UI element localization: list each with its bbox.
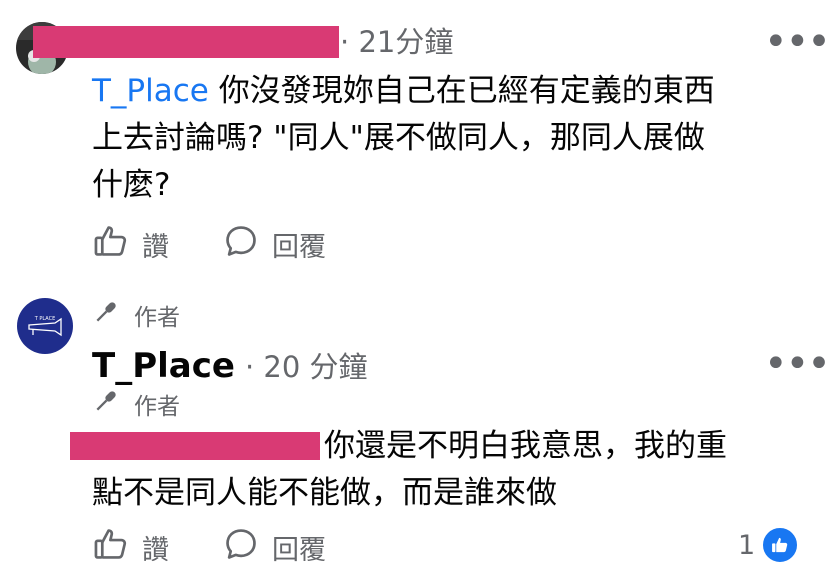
mention-link[interactable]: T_Place	[92, 73, 209, 109]
speech-bubble-icon	[222, 525, 260, 570]
reaction-summary[interactable]: 1	[738, 526, 800, 564]
thumbs-up-icon	[92, 222, 130, 267]
author-name-link[interactable]: T_Place	[92, 349, 235, 383]
microphone-icon	[92, 387, 120, 421]
page-avatar[interactable]: T PLACE	[17, 298, 73, 354]
thumbs-up-icon	[92, 525, 130, 570]
svg-text:T PLACE: T PLACE	[34, 316, 56, 322]
redacted-commenter-name	[33, 26, 339, 58]
more-options-icon[interactable]: •••	[764, 344, 828, 384]
like-reaction-icon	[761, 526, 800, 564]
reply-button[interactable]: 回覆	[222, 525, 326, 570]
like-button[interactable]: 讚	[92, 525, 169, 570]
comment-body: 你還是不明白我意思，我的重 點不是同人能不能做，而是誰來做	[92, 428, 727, 511]
comment-timestamp[interactable]: · 20 分鐘	[245, 353, 368, 382]
microphone-icon	[92, 298, 120, 332]
comment-timestamp[interactable]: · 21分鐘	[340, 28, 453, 57]
speech-bubble-icon	[222, 222, 260, 267]
comment-body: T_Place 你沒發現妳自己在已經有定義的東西 上去討論嗎? "同人"展不做同…	[92, 73, 715, 203]
like-button[interactable]: 讚	[92, 222, 169, 267]
more-options-icon[interactable]: •••	[764, 22, 828, 62]
author-badge: 作者	[92, 387, 180, 421]
author-badge: 作者	[92, 298, 180, 332]
comment-header: T_Place · 20 分鐘	[92, 349, 368, 383]
reply-button[interactable]: 回覆	[222, 222, 326, 267]
reaction-count: 1	[738, 529, 756, 561]
